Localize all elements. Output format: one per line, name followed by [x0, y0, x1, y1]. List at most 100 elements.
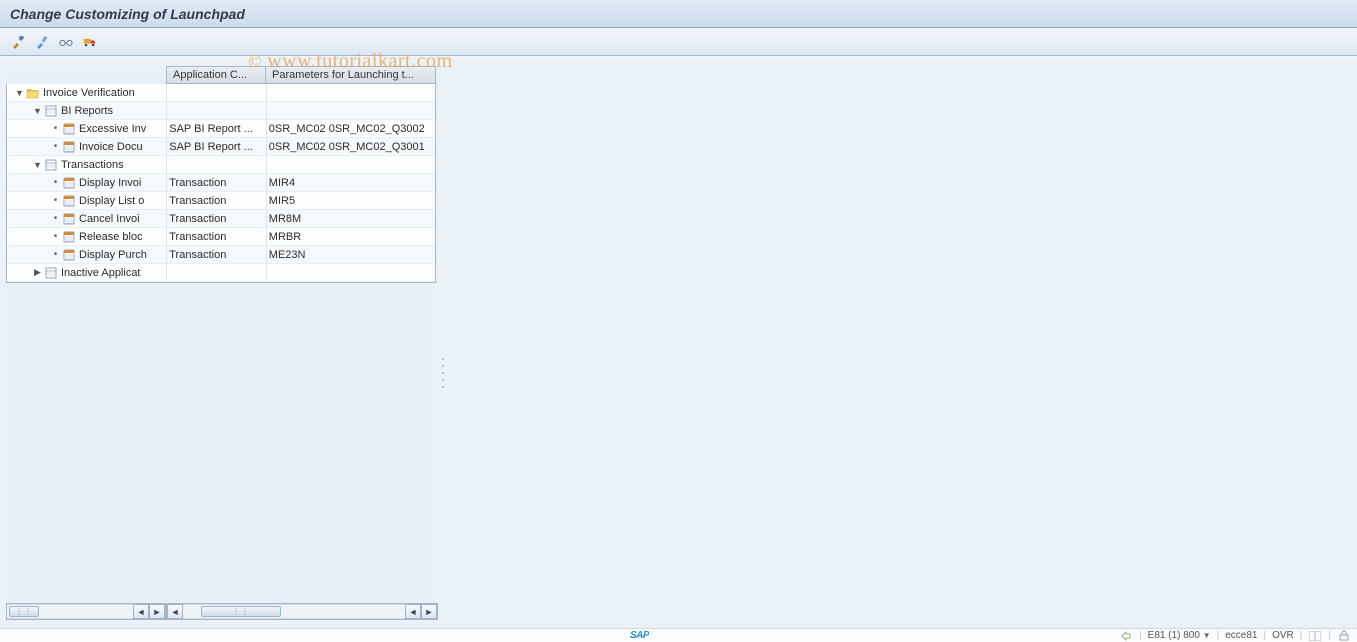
tree-node-label: Display List o — [79, 195, 144, 207]
scroll-left-button[interactable]: ◄ — [167, 604, 183, 619]
tree-node-label: Invoice Verification — [43, 87, 135, 99]
glasses-icon — [59, 35, 73, 49]
expand-toggle-icon[interactable]: ▶ — [33, 268, 42, 277]
tree-row[interactable]: ▼ Transactions — [7, 156, 435, 174]
scrollbar-track[interactable]: ⋮⋮ — [183, 604, 405, 619]
tree-node-label: Invoice Docu — [79, 141, 143, 153]
expand-toggle-icon[interactable]: ▼ — [33, 106, 42, 115]
cell-parameters — [266, 264, 435, 282]
cell-parameters: ME23N — [266, 246, 435, 264]
node-icon — [44, 266, 58, 280]
tree-cell[interactable]: •Display Purch — [7, 246, 166, 264]
page-title: Change Customizing of Launchpad — [10, 6, 245, 22]
cell-application — [166, 156, 266, 174]
cell-parameters: MR8M — [266, 210, 435, 228]
tree-row[interactable]: ▼ BI Reports — [7, 102, 435, 120]
scroll-left-inner-button[interactable]: ◄ — [405, 604, 421, 619]
cell-application: SAP BI Report ... — [166, 138, 266, 156]
tree-row[interactable]: ▼ Invoice Verification — [7, 84, 435, 102]
tree-bullet-icon: • — [51, 195, 60, 206]
application-toolbar — [0, 28, 1357, 56]
brush-icon — [35, 35, 49, 49]
cell-application: Transaction — [166, 192, 266, 210]
status-nav-icon[interactable] — [1119, 630, 1133, 642]
scrollbar-thumb[interactable]: ⋮⋮ — [201, 606, 281, 617]
node-icon — [62, 194, 76, 208]
truck-icon — [83, 35, 97, 49]
tree-row[interactable]: •Invoice DocuSAP BI Report ...0SR_MC02 0… — [7, 138, 435, 156]
toolbar-button-3[interactable] — [58, 33, 76, 51]
tree-column-header[interactable] — [6, 66, 166, 84]
tree-node-label: Inactive Applicat — [61, 267, 141, 279]
tree-cell[interactable]: •Excessive Inv — [7, 120, 166, 138]
tree-row[interactable]: •Cancel InvoiTransactionMR8M — [7, 210, 435, 228]
scroll-right-button[interactable]: ► — [421, 604, 437, 619]
scrollbar-thumb[interactable]: ⋮⋮ — [9, 606, 39, 617]
scrollbar-track[interactable]: ⋮⋮ — [7, 604, 133, 619]
tree-row[interactable]: •Display PurchTransactionME23N — [7, 246, 435, 264]
cell-application: Transaction — [166, 210, 266, 228]
cell-application: SAP BI Report ... — [166, 120, 266, 138]
scroll-left-button[interactable]: ◄ — [133, 604, 149, 619]
tree-node-label: Display Invoi — [79, 177, 141, 189]
cell-parameters: MIR5 — [266, 192, 435, 210]
tree-hscroll[interactable]: ⋮⋮ ◄ ► — [6, 603, 166, 620]
tree-row[interactable]: •Display InvoiTransactionMIR4 — [7, 174, 435, 192]
sap-logo: SAP — [630, 630, 649, 641]
cell-parameters — [266, 102, 435, 120]
cell-application — [166, 84, 266, 102]
separator: | — [1328, 630, 1331, 641]
column-header-parameters[interactable]: Parameters for Launching t... — [266, 66, 436, 84]
node-icon — [62, 176, 76, 190]
tree-body: ▼Invoice Verification▼BI Reports•Excessi… — [6, 84, 436, 283]
tree-node-label: Transactions — [61, 159, 124, 171]
tree-node-label: BI Reports — [61, 105, 113, 117]
toolbar-button-1[interactable] — [10, 33, 28, 51]
tree-cell[interactable]: ▼ BI Reports — [7, 102, 166, 120]
node-icon — [26, 86, 40, 100]
cell-application — [166, 102, 266, 120]
node-icon — [62, 122, 76, 136]
scroll-right-button[interactable]: ► — [149, 604, 165, 619]
tree-row[interactable]: •Excessive InvSAP BI Report ...0SR_MC02 … — [7, 120, 435, 138]
expand-toggle-icon[interactable]: ▼ — [33, 160, 42, 169]
tree-cell[interactable]: ▼ Invoice Verification — [7, 84, 166, 102]
tree-row[interactable]: •Release blocTransactionMRBR — [7, 228, 435, 246]
column-header-row: Application C... Parameters for Launchin… — [6, 66, 438, 84]
tree-cell[interactable]: ▼ Transactions — [7, 156, 166, 174]
tree-cell[interactable]: • Display List o — [7, 192, 166, 210]
grid-hscroll[interactable]: ◄ ⋮⋮ ◄ ► — [166, 603, 438, 620]
cell-parameters — [266, 84, 435, 102]
expand-toggle-icon[interactable]: ▼ — [15, 88, 24, 97]
tree-cell[interactable]: ▶ Inactive Applicat — [7, 264, 166, 282]
node-icon — [44, 104, 58, 118]
status-system[interactable]: E81 (1) 800 ▼ — [1148, 630, 1211, 641]
cell-application: Transaction — [166, 246, 266, 264]
tree-cell[interactable]: •Cancel Invoi — [7, 210, 166, 228]
main-content-area: Application C... Parameters for Launchin… — [0, 58, 1357, 628]
status-server: ecce81 — [1225, 630, 1257, 641]
tree-panel: Application C... Parameters for Launchin… — [6, 66, 438, 620]
tree-bullet-icon: • — [51, 141, 60, 152]
cell-application: Transaction — [166, 174, 266, 192]
tree-node-label: Release bloc — [79, 231, 143, 243]
status-lock-icon[interactable] — [1337, 630, 1351, 642]
node-icon — [62, 248, 76, 262]
tree-cell[interactable]: •Release bloc — [7, 228, 166, 246]
tree-row[interactable]: ▶ Inactive Applicat — [7, 264, 435, 282]
node-icon — [44, 158, 58, 172]
toolbar-button-2[interactable] — [34, 33, 52, 51]
tree-row[interactable]: • Display List o TransactionMIR5 — [7, 192, 435, 210]
toolbar-button-transport[interactable] — [82, 33, 100, 51]
node-icon — [62, 140, 76, 154]
status-system-text: E81 (1) 800 — [1148, 630, 1200, 641]
cell-parameters — [266, 156, 435, 174]
tree-cell[interactable]: • Invoice Docu — [7, 138, 166, 156]
status-layout-icon[interactable] — [1308, 630, 1322, 642]
column-header-application[interactable]: Application C... — [166, 66, 266, 84]
tree-cell[interactable]: • Display Invoi — [7, 174, 166, 192]
tree-bullet-icon: • — [51, 123, 60, 134]
splitter-handle[interactable] — [440, 358, 446, 388]
dropdown-icon: ▼ — [1203, 631, 1211, 640]
tree-bullet-icon: • — [51, 177, 60, 188]
